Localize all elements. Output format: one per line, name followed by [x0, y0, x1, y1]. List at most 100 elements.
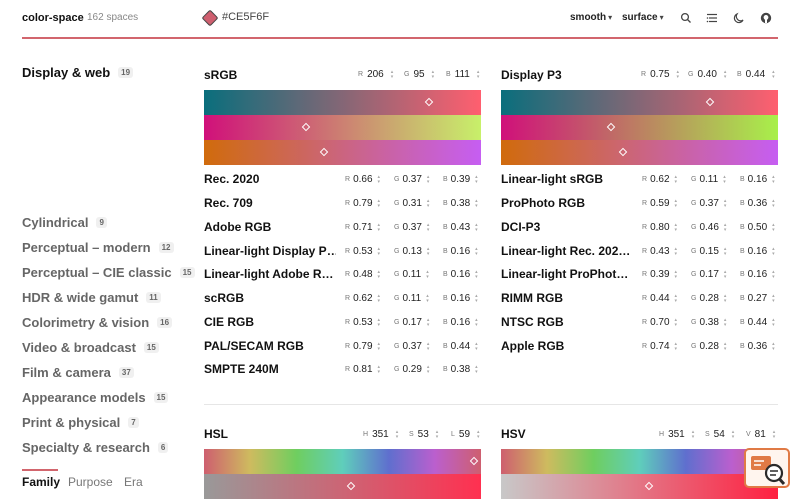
b-value[interactable]: B 0.44 ▴ ▾: [740, 317, 775, 328]
sidebar-item-display-web[interactable]: Display & web 19: [22, 65, 134, 80]
stepper-icon[interactable]: ▴ ▾: [677, 69, 680, 80]
slider-handle[interactable]: [424, 97, 434, 107]
channel-r-field[interactable]: R 206 ▴ ▾: [358, 69, 393, 80]
g-value[interactable]: G 0.37 ▴ ▾: [394, 341, 429, 352]
r-value[interactable]: R 0.59 ▴ ▾: [642, 198, 677, 209]
channel-v-field[interactable]: V 81 ▴ ▾: [746, 429, 775, 440]
g-value[interactable]: G 0.11 ▴ ▾: [691, 174, 726, 185]
tab-era[interactable]: Era: [124, 475, 143, 489]
g-channel-slider[interactable]: [501, 115, 778, 140]
h-channel-slider[interactable]: [204, 449, 481, 474]
channel-g-field[interactable]: G 0.40 ▴ ▾: [688, 69, 726, 80]
b-value[interactable]: B 0.39 ▴ ▾: [443, 174, 478, 185]
sidebar-item-hdr-wide-gamut[interactable]: HDR & wide gamut 11: [22, 290, 161, 305]
slider-handle[interactable]: [618, 147, 628, 157]
g-value[interactable]: G 0.17 ▴ ▾: [691, 269, 726, 280]
r-value[interactable]: R 0.39 ▴ ▾: [642, 269, 677, 280]
b-value[interactable]: B 0.38 ▴ ▾: [443, 364, 478, 375]
channel-s-field[interactable]: S 53 ▴ ▾: [409, 429, 438, 440]
g-value[interactable]: G 0.28 ▴ ▾: [691, 293, 726, 304]
stepper-icon[interactable]: ▴ ▾: [436, 429, 439, 440]
sidebar-item-film-camera[interactable]: Film & camera 37: [22, 365, 134, 380]
b-channel-slider[interactable]: [501, 140, 778, 165]
r-value[interactable]: R 0.44 ▴ ▾: [642, 293, 677, 304]
b-value[interactable]: B 0.16 ▴ ▾: [443, 317, 478, 328]
g-value[interactable]: G 0.13 ▴ ▾: [394, 246, 429, 257]
slider-handle[interactable]: [705, 97, 715, 107]
search-icon[interactable]: [680, 12, 692, 24]
slider-handle[interactable]: [301, 122, 311, 132]
r-value[interactable]: R 0.53 ▴ ▾: [345, 246, 380, 257]
b-value[interactable]: B 0.44 ▴ ▾: [443, 341, 478, 352]
slider-handle[interactable]: [346, 481, 356, 491]
stepper-icon[interactable]: ▴ ▾: [732, 429, 735, 440]
channel-l-field[interactable]: L 59 ▴ ▾: [451, 429, 480, 440]
b-value[interactable]: B 0.16 ▴ ▾: [443, 246, 478, 257]
r-value[interactable]: R 0.62 ▴ ▾: [642, 174, 677, 185]
s-channel-slider[interactable]: [501, 474, 778, 499]
stepper-icon[interactable]: ▴ ▾: [773, 429, 776, 440]
r-value[interactable]: R 0.66 ▴ ▾: [345, 174, 380, 185]
color-swatch[interactable]: [201, 9, 219, 27]
stepper-icon[interactable]: ▴ ▾: [396, 429, 399, 440]
channel-h-field[interactable]: H 351 ▴ ▾: [363, 429, 398, 440]
stepper-icon[interactable]: ▴ ▾: [724, 69, 727, 80]
g-value[interactable]: G 0.28 ▴ ▾: [691, 341, 726, 352]
r-value[interactable]: R 0.62 ▴ ▾: [345, 293, 380, 304]
g-value[interactable]: G 0.46 ▴ ▾: [691, 222, 726, 233]
r-value[interactable]: R 0.48 ▴ ▾: [345, 269, 380, 280]
b-value[interactable]: B 0.16 ▴ ▾: [740, 269, 775, 280]
r-channel-slider[interactable]: [501, 90, 778, 115]
sidebar-item-video-broadcast[interactable]: Video & broadcast 15: [22, 340, 159, 355]
slider-handle[interactable]: [469, 456, 479, 466]
channel-h-field[interactable]: H 351 ▴ ▾: [659, 429, 694, 440]
feedback-button[interactable]: [744, 448, 790, 488]
g-value[interactable]: G 0.11 ▴ ▾: [394, 293, 429, 304]
b-value[interactable]: B 0.36 ▴ ▾: [740, 198, 775, 209]
interpolation-select[interactable]: smooth ▾: [570, 12, 612, 23]
sidebar-item-cylindrical[interactable]: Cylindrical 9: [22, 215, 107, 230]
b-value[interactable]: B 0.16 ▴ ▾: [443, 269, 478, 280]
g-value[interactable]: G 0.29 ▴ ▾: [394, 364, 429, 375]
channel-g-field[interactable]: G 95 ▴ ▾: [404, 69, 434, 80]
r-value[interactable]: R 0.74 ▴ ▾: [642, 341, 677, 352]
b-value[interactable]: B 0.16 ▴ ▾: [740, 246, 775, 257]
github-icon[interactable]: [760, 12, 772, 24]
g-channel-slider[interactable]: [204, 115, 481, 140]
r-value[interactable]: R 0.80 ▴ ▾: [642, 222, 677, 233]
g-value[interactable]: G 0.15 ▴ ▾: [691, 246, 726, 257]
stepper-icon[interactable]: ▴ ▾: [477, 429, 480, 440]
b-value[interactable]: B 0.16 ▴ ▾: [443, 293, 478, 304]
sidebar-item-colorimetry-vision[interactable]: Colorimetry & vision 16: [22, 315, 173, 330]
g-value[interactable]: G 0.31 ▴ ▾: [394, 198, 429, 209]
mode-select[interactable]: surface ▾: [622, 12, 664, 23]
moon-icon[interactable]: [733, 12, 745, 24]
r-value[interactable]: R 0.79 ▴ ▾: [345, 198, 380, 209]
channel-b-field[interactable]: B 111 ▴ ▾: [446, 69, 479, 80]
g-value[interactable]: G 0.17 ▴ ▾: [394, 317, 429, 328]
r-value[interactable]: R 0.79 ▴ ▾: [345, 341, 380, 352]
stepper-icon[interactable]: ▴ ▾: [692, 429, 695, 440]
b-value[interactable]: B 0.36 ▴ ▾: [740, 341, 775, 352]
r-value[interactable]: R 0.53 ▴ ▾: [345, 317, 380, 328]
g-value[interactable]: G 0.37 ▴ ▾: [691, 198, 726, 209]
slider-handle[interactable]: [644, 481, 654, 491]
r-value[interactable]: R 0.43 ▴ ▾: [642, 246, 677, 257]
tab-family[interactable]: Family: [22, 475, 60, 489]
channel-r-field[interactable]: R 0.75 ▴ ▾: [641, 69, 679, 80]
sidebar-item-appearance-models[interactable]: Appearance models 15: [22, 390, 169, 405]
g-value[interactable]: G 0.38 ▴ ▾: [691, 317, 726, 328]
channel-b-field[interactable]: B 0.44 ▴ ▾: [737, 69, 775, 80]
b-value[interactable]: B 0.50 ▴ ▾: [740, 222, 775, 233]
tab-purpose[interactable]: Purpose: [68, 475, 113, 489]
stepper-icon[interactable]: ▴ ▾: [477, 69, 480, 80]
r-channel-slider[interactable]: [204, 90, 481, 115]
r-value[interactable]: R 0.71 ▴ ▾: [345, 222, 380, 233]
list-icon[interactable]: [706, 12, 718, 24]
hex-value[interactable]: #CE5F6F: [222, 11, 269, 23]
h-channel-slider[interactable]: [501, 449, 778, 474]
g-value[interactable]: G 0.37 ▴ ▾: [394, 174, 429, 185]
g-value[interactable]: G 0.11 ▴ ▾: [394, 269, 429, 280]
sidebar-item-specialty-research[interactable]: Specialty & research 6: [22, 440, 169, 455]
b-value[interactable]: B 0.16 ▴ ▾: [740, 174, 775, 185]
